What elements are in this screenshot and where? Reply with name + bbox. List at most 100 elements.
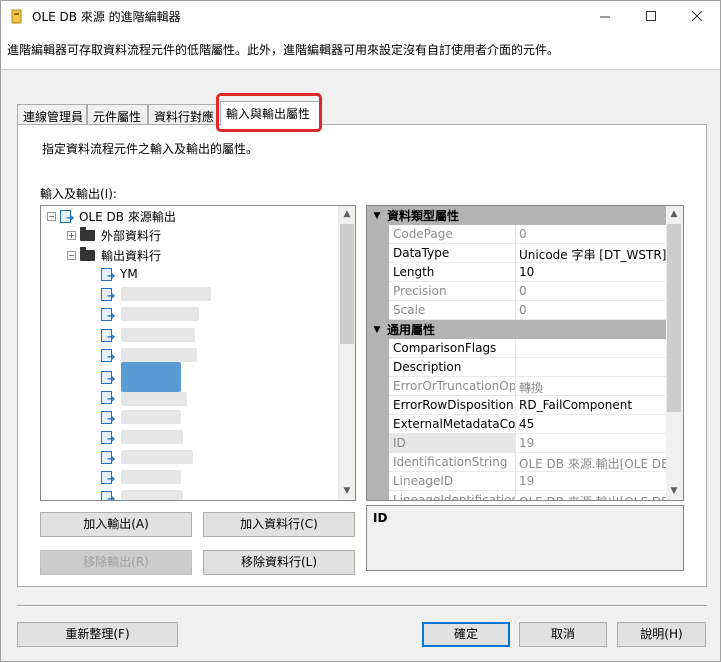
redacted-text <box>121 287 211 301</box>
close-button[interactable] <box>674 1 720 32</box>
title-bar[interactable]: OLE DB 來源 的進階編輯器 <box>1 1 720 32</box>
property-grid-scrollbar[interactable]: ▲ ▼ <box>666 206 683 500</box>
property-row-errorrowdisposition[interactable]: ErrorRowDisposition RD_FailComponent <box>367 396 667 415</box>
selected-item-highlight <box>121 362 181 392</box>
property-row-errortruncation[interactable]: ErrorOrTruncationOpe 轉換 <box>367 377 667 396</box>
scroll-thumb[interactable] <box>667 224 681 412</box>
add-column-button[interactable]: 加入資料行(C) <box>203 512 355 537</box>
tree-item-label: YM <box>120 267 138 281</box>
scroll-thumb[interactable] <box>340 224 354 344</box>
help-button[interactable]: 說明(H) <box>617 622 706 647</box>
app-icon <box>11 9 22 24</box>
remove-column-button[interactable]: 移除資料行(L) <box>203 550 355 575</box>
column-icon: ➔ <box>101 328 116 342</box>
tree-item-output-columns[interactable]: − 輸出資料行 <box>67 246 161 264</box>
redacted-text <box>121 348 197 362</box>
column-icon: ➔ <box>101 430 116 444</box>
scroll-down-icon[interactable]: ▼ <box>666 483 682 500</box>
column-icon: ➔ <box>101 490 116 500</box>
column-icon: ➔ <box>101 450 116 464</box>
minimize-button[interactable] <box>582 1 628 32</box>
column-icon: ➔ <box>101 470 116 484</box>
tree-item-column[interactable]: ➔ <box>101 428 120 446</box>
collapse-icon[interactable]: − <box>47 211 56 221</box>
footer-divider <box>17 605 707 607</box>
tree-scrollbar[interactable]: ▲ ▼ <box>338 206 355 500</box>
property-row-externalmetadata[interactable]: ExternalMetadataColu 45 <box>367 415 667 434</box>
redacted-text <box>121 410 181 424</box>
collapse-icon[interactable]: ▼ <box>367 325 387 335</box>
property-row-precision[interactable]: Precision 0 <box>367 282 667 301</box>
tree-item-label: 外部資料行 <box>101 228 162 243</box>
column-icon: ➔ <box>101 348 116 362</box>
collapse-icon[interactable]: − <box>67 250 76 260</box>
expand-icon[interactable]: + <box>67 230 76 240</box>
property-row-lineageid[interactable]: LineageID 19 <box>367 472 667 491</box>
tree-item-column-ym[interactable]: ➔ YM <box>101 265 138 283</box>
folder-icon <box>80 226 95 241</box>
tree-item-column[interactable]: ➔ <box>101 346 120 364</box>
refresh-button[interactable]: 重新整理(F) <box>17 622 178 647</box>
folder-icon <box>80 246 95 261</box>
scroll-up-icon[interactable]: ▲ <box>339 206 355 223</box>
tree-item-external-columns[interactable]: + 外部資料行 <box>67 226 161 244</box>
property-row-id[interactable]: ID 19 <box>367 434 667 453</box>
tree-item-column[interactable]: ➔ <box>101 488 120 500</box>
tree-item-column[interactable]: ➔ <box>101 408 120 426</box>
tab-panel: 指定資料流程元件之輸入及輸出的屬性。 輸入及輸出(I): − ➔ OLE DB … <box>17 124 707 587</box>
cancel-button[interactable]: 取消 <box>519 622 607 647</box>
property-row-scale[interactable]: Scale 0 <box>367 301 667 320</box>
property-description-title: ID <box>373 511 388 525</box>
tab-connection-managers[interactable]: 連線管理員 <box>17 104 87 125</box>
column-icon: ➔ <box>101 287 116 301</box>
category-common-properties[interactable]: ▼ 通用屬性 <box>367 320 667 339</box>
tree-item-column[interactable]: ➔ <box>101 468 120 486</box>
io-label: 輸入及輸出(I): <box>40 187 117 201</box>
remove-output-button[interactable]: 移除輸出(R) <box>40 550 192 575</box>
minimize-icon <box>599 16 610 18</box>
collapse-icon[interactable]: ▼ <box>367 211 387 221</box>
column-icon: ➔ <box>101 390 116 404</box>
tree-item-column[interactable]: ➔ <box>101 448 120 466</box>
tab-component-properties[interactable]: 元件屬性 <box>87 104 148 125</box>
tree-item-column[interactable]: ➔ <box>101 388 120 406</box>
property-row-identificationstring[interactable]: IdentificationString OLE DB 來源.輸出[OLE DB <box>367 453 667 472</box>
maximize-button[interactable] <box>628 1 674 32</box>
property-row-codepage[interactable]: CodePage 0 <box>367 225 667 244</box>
tab-highlight-annotation <box>216 93 322 132</box>
tree-item-column[interactable]: ➔ <box>101 326 120 344</box>
property-description-box: ID <box>366 505 684 571</box>
column-icon: ➔ <box>101 410 116 424</box>
tree-item-output[interactable]: − ➔ OLE DB 來源輸出 <box>47 207 176 225</box>
window-title: OLE DB 來源 的進階編輯器 <box>32 10 181 24</box>
close-icon <box>691 11 702 22</box>
redacted-text <box>121 490 183 500</box>
ok-button[interactable]: 確定 <box>422 622 510 647</box>
redacted-text <box>121 307 199 321</box>
property-grid[interactable]: ▼ 資料類型屬性 CodePage 0 DataType Unicode 字串 … <box>366 205 684 501</box>
redacted-text <box>121 430 183 444</box>
redacted-text <box>121 450 193 464</box>
tree-item-column[interactable]: ➔ <box>101 305 120 323</box>
category-data-type-properties[interactable]: ▼ 資料類型屬性 <box>367 206 667 225</box>
property-row-lineageidentificationstring[interactable]: LineageIdentificationS OLE DB 來源.輸出[OLE … <box>367 491 667 500</box>
column-icon: ➔ <box>101 307 116 321</box>
property-row-description[interactable]: Description <box>367 358 667 377</box>
property-row-comparisonflags[interactable]: ComparisonFlags <box>367 339 667 358</box>
column-icon: ➔ <box>101 370 116 384</box>
advanced-editor-window: OLE DB 來源 的進階編輯器 進階編輯器可存取資料流程元件的低階屬性。此外，… <box>0 0 721 662</box>
add-output-button[interactable]: 加入輸出(A) <box>40 512 192 537</box>
redacted-text <box>121 470 181 484</box>
tree-item-column-selected[interactable]: ➔ <box>101 368 120 386</box>
scroll-down-icon[interactable]: ▼ <box>339 483 355 500</box>
tree-item-label: 輸出資料行 <box>101 248 162 263</box>
tree-item-column[interactable]: ➔ <box>101 285 120 303</box>
property-row-length[interactable]: Length 10 <box>367 263 667 282</box>
io-tree[interactable]: − ➔ OLE DB 來源輸出 + 外部資料行 − 輸出資料行 ➔ YM ➔ ➔… <box>40 205 356 501</box>
property-row-datatype[interactable]: DataType Unicode 字串 [DT_WSTR] <box>367 244 667 263</box>
scroll-up-icon[interactable]: ▲ <box>666 206 682 223</box>
output-icon: ➔ <box>60 209 75 223</box>
tab-column-mappings[interactable]: 資料行對應 <box>148 104 217 125</box>
editor-description: 進階編輯器可存取資料流程元件的低階屬性。此外，進階編輯器可用來設定沒有自訂使用者… <box>1 32 720 70</box>
maximize-icon <box>645 11 656 21</box>
